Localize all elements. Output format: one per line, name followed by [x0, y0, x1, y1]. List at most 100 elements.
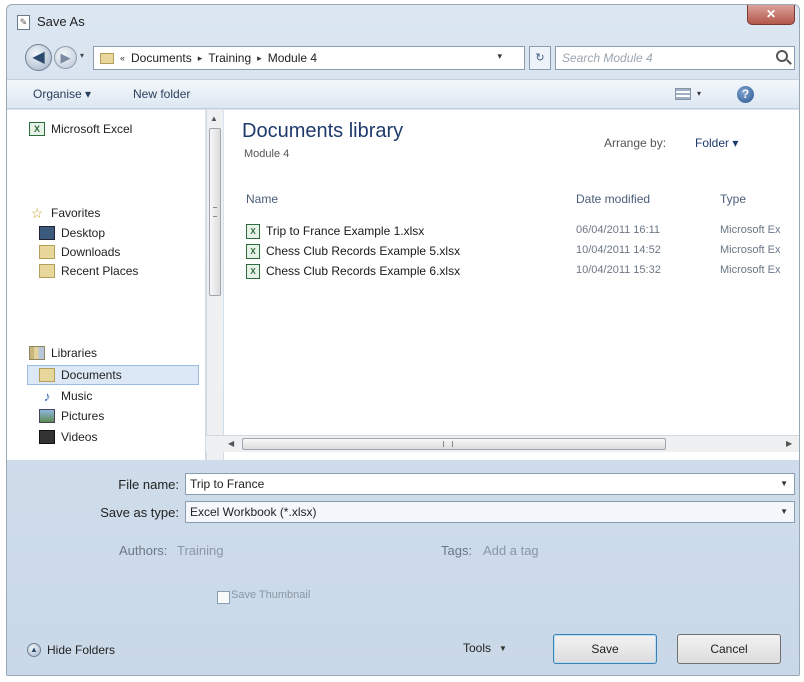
views-dropdown-icon[interactable]: ▾	[697, 89, 701, 98]
save-as-type-label: Save as type:	[100, 505, 179, 520]
sidebar-header-libraries[interactable]: Libraries	[29, 346, 97, 360]
breadcrumb-overflow-icon[interactable]: «	[120, 53, 125, 63]
column-header-date[interactable]: Date modified	[576, 192, 650, 206]
sidebar-item-label: Pictures	[61, 409, 105, 423]
address-dropdown-icon[interactable]: ▾	[497, 51, 502, 62]
help-icon[interactable]: ?	[737, 86, 754, 103]
navigation-pane-scrollbar[interactable]: ▲	[206, 110, 223, 460]
breadcrumb-training[interactable]: Training	[208, 51, 251, 65]
excel-app-icon: ✎	[17, 15, 30, 30]
search-placeholder: Search Module 4	[562, 51, 653, 65]
scrollbar-thumb[interactable]	[209, 128, 221, 296]
file-list-scrollbar[interactable]: ◀ ▶	[206, 435, 799, 452]
sidebar-item-videos[interactable]: Videos	[39, 430, 97, 444]
column-header-type[interactable]: Type	[720, 192, 746, 206]
library-subtitle: Module 4	[244, 148, 290, 160]
dialog-title: Save As	[37, 14, 85, 29]
sidebar-item-label: Documents	[61, 368, 122, 382]
sidebar-item-documents[interactable]: Documents	[39, 368, 122, 382]
sidebar-header-label: Libraries	[51, 346, 98, 360]
pictures-icon	[39, 409, 55, 423]
forward-button[interactable]: ▶	[54, 46, 77, 69]
sidebar-item-music[interactable]: ♪ Music	[39, 388, 93, 404]
documents-icon	[39, 368, 55, 382]
address-bar[interactable]: « Documents ▸ Training ▸ Module 4 ▾	[93, 46, 525, 70]
breadcrumb-module-4[interactable]: Module 4	[268, 51, 317, 65]
file-type: Microsoft Ex	[720, 244, 781, 256]
save-as-type-value: Excel Workbook (*.xlsx)	[190, 505, 317, 519]
new-folder-button[interactable]: New folder	[133, 87, 190, 101]
tags-label: Tags:	[441, 543, 473, 558]
hide-folders-button[interactable]: Hide Folders	[47, 643, 115, 657]
sidebar-header-favorites[interactable]: ☆ Favorites	[29, 205, 101, 221]
dialog-footer: ▲ Hide Folders Tools ▼ Save Cancel	[7, 625, 799, 675]
file-type: Microsoft Ex	[720, 264, 781, 276]
arrange-by-dropdown[interactable]: Folder ▾	[695, 136, 738, 150]
file-name-field[interactable]: Trip to France ▼	[185, 473, 795, 495]
navigation-bar: ◀ ▶ ▾ « Documents ▸ Training ▸ Module 4 …	[7, 41, 799, 75]
back-button[interactable]: ◀	[25, 44, 52, 71]
save-thumbnail-checkbox[interactable]	[217, 591, 230, 604]
table-row[interactable]: X Chess Club Records Example 5.xlsx 10/0…	[246, 242, 799, 262]
table-row[interactable]: X Trip to France Example 1.xlsx 06/04/20…	[246, 222, 799, 242]
file-name-label: File name:	[118, 477, 179, 492]
sidebar-item-downloads[interactable]: Downloads	[39, 245, 120, 259]
sidebar-item-recent-places[interactable]: Recent Places	[39, 264, 138, 278]
save-button[interactable]: Save	[553, 634, 657, 664]
search-icon[interactable]	[776, 50, 788, 62]
refresh-button[interactable]: ↻	[529, 46, 551, 70]
excel-file-icon: X	[246, 224, 260, 239]
file-date: 10/04/2011 15:32	[576, 264, 661, 276]
table-row[interactable]: X Chess Club Records Example 6.xlsx 10/0…	[246, 262, 799, 282]
scroll-left-icon[interactable]: ◀	[228, 439, 234, 448]
sidebar-header-label: Favorites	[51, 206, 101, 220]
arrange-by-label: Arrange by:	[604, 136, 667, 150]
sidebar-item-label: Recent Places	[61, 264, 139, 278]
music-icon: ♪	[43, 388, 51, 404]
excel-file-icon: X	[246, 244, 260, 259]
save-thumbnail-label: Save Thumbnail	[231, 589, 311, 601]
desktop-icon	[39, 226, 55, 240]
file-name: Trip to France Example 1.xlsx	[266, 224, 425, 238]
file-name-dropdown-icon[interactable]: ▼	[780, 474, 788, 494]
tools-menu[interactable]: Tools	[463, 641, 491, 655]
chevron-up-icon[interactable]: ▲	[27, 643, 41, 657]
file-type: Microsoft Ex	[720, 224, 781, 236]
organize-menu[interactable]: Organise ▾	[33, 87, 91, 101]
tools-dropdown-icon[interactable]: ▼	[499, 644, 507, 653]
downloads-folder-icon	[39, 245, 55, 259]
close-button[interactable]: ✕	[747, 5, 795, 25]
sidebar-item-pictures[interactable]: Pictures	[39, 409, 104, 423]
cancel-button[interactable]: Cancel	[677, 634, 781, 664]
star-icon: ☆	[30, 205, 44, 221]
sidebar-item-label: Downloads	[61, 245, 121, 259]
views-icon[interactable]	[675, 88, 691, 100]
save-as-type-select[interactable]: Excel Workbook (*.xlsx) ▼	[185, 501, 795, 523]
sidebar-item-microsoft-excel[interactable]: X Microsoft Excel	[29, 122, 132, 136]
sidebar-item-label: Microsoft Excel	[51, 122, 133, 136]
breadcrumb-separator-icon[interactable]: ▸	[198, 53, 203, 64]
file-date: 06/04/2011 16:11	[576, 224, 661, 236]
scrollbar-thumb[interactable]	[242, 438, 666, 450]
file-name: Chess Club Records Example 5.xlsx	[266, 244, 461, 258]
folder-icon	[100, 52, 114, 64]
tags-field[interactable]: Add a tag	[483, 543, 539, 558]
scroll-up-icon[interactable]: ▲	[210, 114, 218, 123]
save-as-dialog: ✎ Save As ✕ ◀ ▶ ▾ « Documents ▸ Training…	[6, 4, 800, 676]
file-name-value: Trip to France	[190, 477, 265, 491]
scroll-right-icon[interactable]: ▶	[786, 439, 792, 448]
excel-icon: X	[29, 122, 45, 136]
column-header-name[interactable]: Name	[246, 192, 278, 206]
recent-locations-dropdown[interactable]: ▾	[80, 51, 84, 60]
breadcrumb-documents[interactable]: Documents	[131, 51, 192, 65]
sidebar-item-label: Videos	[61, 430, 98, 444]
sidebar-item-desktop[interactable]: Desktop	[39, 226, 105, 240]
title-bar: ✎ Save As ✕	[7, 5, 799, 39]
file-name: Chess Club Records Example 6.xlsx	[266, 264, 461, 278]
libraries-icon	[29, 346, 45, 360]
breadcrumb-separator-icon[interactable]: ▸	[257, 53, 262, 64]
save-as-type-dropdown-icon[interactable]: ▼	[780, 502, 788, 522]
authors-field[interactable]: Training	[177, 543, 223, 558]
authors-label: Authors:	[119, 543, 168, 558]
search-input[interactable]: Search Module 4	[555, 46, 795, 70]
